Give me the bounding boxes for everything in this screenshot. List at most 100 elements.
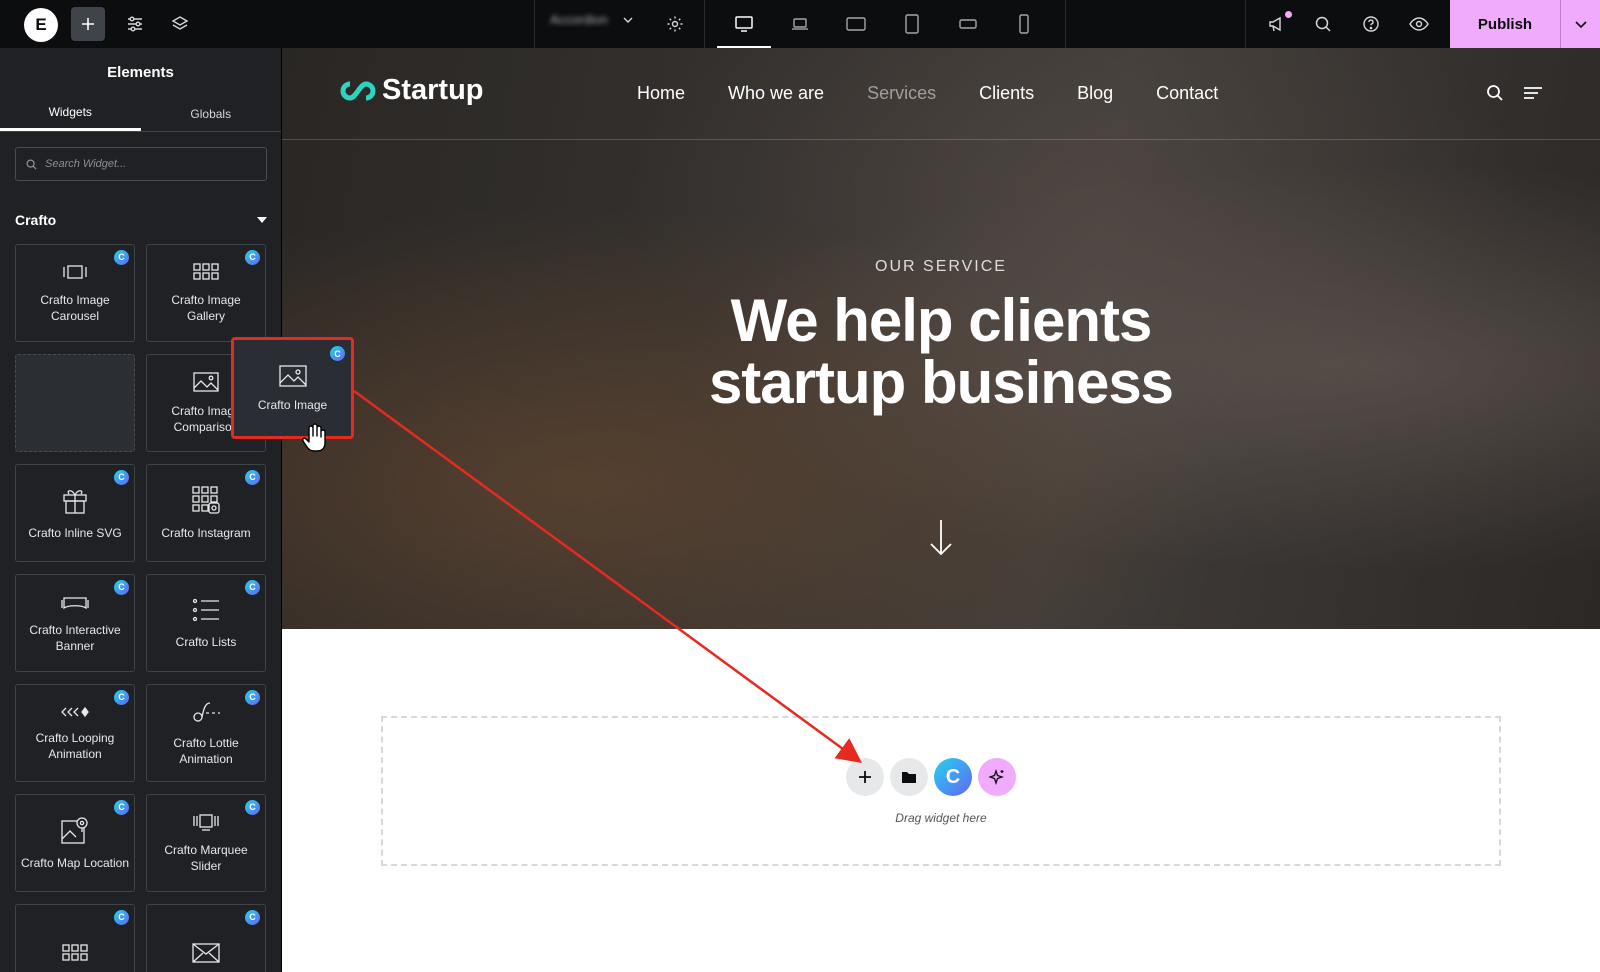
eye-icon	[1409, 17, 1429, 31]
add-section-button[interactable]	[846, 758, 884, 796]
publish-button[interactable]: Publish	[1450, 0, 1560, 48]
widget-crafto-lottie-animation[interactable]: C Crafto Lottie Animation	[146, 684, 266, 782]
chevron-down-icon	[1574, 21, 1587, 29]
page-selector[interactable]: Accordion	[550, 12, 634, 27]
nav-blog[interactable]: Blog	[1077, 83, 1113, 104]
page-settings-button[interactable]	[658, 7, 692, 41]
dragged-widget-crafto-image[interactable]: C Crafto Image	[231, 337, 354, 439]
widget-crafto-image-carousel[interactable]: C Crafto Image Carousel	[15, 244, 135, 342]
top-bar: E Accordion Publish	[0, 0, 1600, 48]
megaphone-icon	[1269, 16, 1281, 32]
widget-crafto-marquee-slider[interactable]: C Crafto Marquee Slider	[146, 794, 266, 892]
widget-crafto-newsletter[interactable]: C	[146, 904, 266, 972]
widget-crafto-inline-svg[interactable]: C Crafto Inline SVG	[15, 464, 135, 562]
device-laptop-button[interactable]	[773, 0, 827, 48]
device-tablet-button[interactable]	[885, 0, 939, 48]
tab-widgets[interactable]: Widgets	[0, 96, 141, 131]
mobile-icon	[1019, 14, 1029, 34]
page-name: Accordion	[550, 12, 608, 27]
looping-arrows-icon	[61, 706, 89, 717]
sparkles-icon	[989, 769, 1005, 785]
headline-line-1: We help clients	[730, 287, 1153, 354]
category-label: Crafto	[15, 212, 57, 228]
hero-headline: We help clients startup business	[282, 290, 1600, 414]
nav-home[interactable]: Home	[637, 83, 685, 104]
editor-canvas: Startup Home Who we are Services Clients…	[282, 48, 1600, 972]
crafto-badge: C	[245, 800, 260, 815]
tab-globals[interactable]: Globals	[141, 96, 282, 131]
widget-crafto-lists[interactable]: C Crafto Lists	[146, 574, 266, 672]
help-button[interactable]	[1354, 7, 1388, 41]
hero-section[interactable]: Startup Home Who we are Services Clients…	[282, 48, 1600, 629]
add-template-button[interactable]	[890, 758, 928, 796]
crafto-badge: C	[245, 250, 260, 265]
widget-crafto-grid[interactable]: C	[15, 904, 135, 972]
publish-label: Publish	[1477, 15, 1533, 33]
list-icon	[192, 598, 219, 622]
gift-icon	[63, 490, 87, 514]
widget-label: Crafto Image Carousel	[40, 292, 110, 323]
tablet-landscape-icon	[846, 17, 866, 31]
sliders-icon	[128, 16, 142, 32]
category-header-crafto[interactable]: Crafto	[15, 212, 267, 228]
crafto-badge: C	[114, 250, 129, 265]
headline-line-2: startup business	[708, 349, 1174, 416]
marquee-icon	[193, 814, 219, 831]
widget-label: Crafto Lottie Animation	[173, 735, 239, 766]
nav-who-we-are[interactable]: Who we are	[728, 83, 824, 104]
empty-section-dropzone[interactable]: C Drag widget here	[381, 716, 1501, 866]
grid-icon	[62, 944, 88, 961]
widget-crafto-instagram[interactable]: C Crafto Instagram	[146, 464, 266, 562]
nav-services[interactable]: Services	[867, 83, 936, 104]
structure-button[interactable]	[163, 7, 197, 41]
menu-icon[interactable]	[1522, 84, 1544, 102]
search-button[interactable]	[1306, 7, 1340, 41]
widget-label: Crafto Lists	[175, 634, 237, 649]
crafto-badge: C	[114, 800, 129, 815]
search-icon[interactable]	[1486, 84, 1504, 102]
add-element-button[interactable]	[71, 7, 105, 41]
preview-button[interactable]	[1402, 7, 1436, 41]
widget-crafto-map-location[interactable]: C Crafto Map Location	[15, 794, 135, 892]
crafto-library-button[interactable]: C	[934, 758, 972, 796]
header-divider	[282, 139, 1600, 140]
plus-icon	[859, 771, 871, 783]
tablet-icon	[905, 14, 919, 34]
nav-clients[interactable]: Clients	[979, 83, 1034, 104]
panel-title: Elements	[107, 63, 174, 81]
ai-assistant-button[interactable]	[978, 758, 1016, 796]
crafto-badge: C	[114, 470, 129, 485]
hero-kicker: OUR SERVICE	[875, 258, 1007, 275]
device-tablet-landscape-button[interactable]	[829, 0, 883, 48]
search-icon	[26, 158, 37, 170]
crafto-badge: C	[114, 910, 129, 925]
image-icon	[193, 372, 219, 392]
arrow-down-icon[interactable]	[927, 518, 955, 558]
grab-cursor-icon	[302, 423, 326, 452]
lottie-icon	[193, 702, 220, 722]
elementor-logo-button[interactable]: E	[24, 8, 58, 42]
widget-crafto-image-gallery[interactable]: C Crafto Image Gallery	[146, 244, 266, 342]
widget-crafto-looping-animation[interactable]: C Crafto Looping Animation	[15, 684, 135, 782]
divider	[534, 0, 535, 48]
widget-search-input[interactable]: Search Widget...	[15, 147, 267, 181]
image-icon	[278, 365, 307, 387]
crafto-letter: C	[945, 765, 961, 788]
widget-crafto-interactive-banner[interactable]: C Crafto Interactive Banner	[15, 574, 135, 672]
device-mobile-button[interactable]	[997, 0, 1051, 48]
help-icon	[1363, 16, 1379, 32]
infinity-logo-icon	[340, 80, 376, 101]
search-icon	[1315, 16, 1331, 32]
search-placeholder: Search Widget...	[45, 158, 127, 170]
publish-options-button[interactable]	[1560, 0, 1600, 48]
device-mobile-landscape-button[interactable]	[941, 0, 995, 48]
site-logo[interactable]: Startup	[340, 74, 484, 107]
caret-down-icon	[257, 217, 267, 223]
nav-contact[interactable]: Contact	[1156, 83, 1218, 104]
site-settings-button[interactable]	[118, 7, 152, 41]
device-desktop-button[interactable]	[717, 0, 771, 48]
desktop-icon	[735, 16, 753, 32]
crafto-badge: C	[330, 346, 345, 361]
header-icons	[1486, 84, 1544, 102]
elements-panel: Elements Widgets Globals Search Widget..…	[0, 48, 282, 972]
